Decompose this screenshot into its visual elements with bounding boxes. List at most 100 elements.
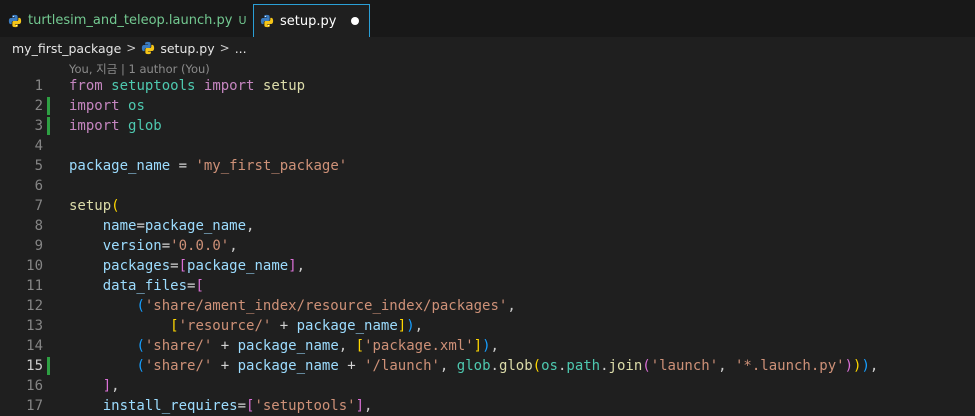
code-line: 6: [0, 176, 975, 196]
operator: +: [338, 358, 365, 374]
bracket: ): [406, 318, 415, 334]
variable: package_name: [237, 358, 339, 374]
variable: package_name: [237, 338, 339, 354]
variable: package_name: [187, 258, 289, 274]
line-number: 10: [26, 258, 43, 274]
line-number: 14: [26, 338, 43, 354]
unsaved-dot-icon[interactable]: [351, 17, 359, 25]
line-number: 16: [26, 378, 43, 394]
code-line: 5 package_name = 'my_first_package': [0, 156, 975, 176]
bracket: ]: [102, 378, 112, 394]
tab-setup-py[interactable]: setup.py: [253, 4, 370, 37]
tab-turtlesim-launch[interactable]: turtlesim_and_teleop.launch.py U: [0, 4, 250, 37]
variable: package_name: [296, 318, 398, 334]
function-name: setup: [262, 78, 306, 94]
punctuation: ,: [414, 318, 424, 334]
python-icon: [8, 14, 22, 27]
code-line: 10 packages=[package_name],: [0, 256, 975, 276]
punctuation: ,: [869, 358, 879, 374]
bracket: (: [532, 358, 542, 374]
operator: =: [136, 218, 145, 234]
module-name: glob: [128, 118, 162, 134]
code-line: 12 ('share/ament_index/resource_index/pa…: [0, 296, 975, 316]
punctuation: ,: [439, 358, 457, 374]
string-literal: 'package.xml': [364, 338, 474, 354]
function-name: join: [608, 358, 643, 374]
git-added-marker[interactable]: [47, 117, 50, 135]
breadcrumb-file[interactable]: setup.py: [141, 40, 215, 56]
variable: package_name: [144, 218, 247, 234]
line-number: 11: [26, 278, 43, 294]
line-number: 15: [26, 358, 43, 374]
bracket: [: [178, 258, 188, 274]
bracket: ]: [288, 258, 297, 274]
code-line: 2 import os: [0, 96, 975, 116]
variable: package_name: [69, 158, 171, 174]
operator: +: [212, 358, 238, 374]
code-line: 15 ( 'share/' + package_name + '/launch',…: [0, 356, 975, 376]
string-literal: '*.launch.py': [735, 358, 845, 374]
line-number: 7: [34, 198, 43, 214]
punctuation: ,: [111, 378, 120, 394]
line-number: 5: [34, 158, 43, 174]
line-number: 3: [34, 118, 43, 134]
function-name: setup: [69, 198, 112, 214]
keyword-argument: version: [102, 238, 162, 254]
operator: =: [237, 398, 247, 414]
breadcrumb-symbols[interactable]: ...: [235, 41, 247, 56]
line-number: 2: [34, 98, 43, 114]
bracket: ]: [473, 338, 483, 354]
string-literal: '/launch': [364, 358, 440, 374]
operator: =: [161, 238, 171, 254]
code-line: 11 data_files=[: [0, 276, 975, 296]
string-literal: 'resource/': [178, 318, 272, 334]
git-added-marker[interactable]: [47, 357, 50, 375]
punctuation: ,: [718, 358, 735, 374]
bracket: (: [136, 298, 145, 314]
breadcrumb-file-label: setup.py: [160, 40, 215, 56]
module-name: setuptools: [111, 78, 196, 94]
tab-bar: turtlesim_and_teleop.launch.py U setup.p…: [0, 0, 975, 37]
untracked-badge: U: [238, 14, 247, 27]
chevron-right-icon: >: [219, 41, 230, 55]
line-number: 17: [26, 398, 43, 414]
string-literal: 'share/': [144, 358, 213, 374]
line-number: 12: [26, 298, 43, 314]
punctuation: ,: [490, 338, 499, 354]
code-line: 3 import glob: [0, 116, 975, 136]
breadcrumb-folder[interactable]: my_first_package: [12, 41, 121, 56]
string-literal: '0.0.0': [170, 238, 230, 254]
bracket: [: [170, 318, 179, 334]
tab-label: turtlesim_and_teleop.launch.py: [28, 13, 233, 28]
tab-label: setup.py: [280, 13, 337, 29]
code-line: 7 setup(: [0, 196, 975, 216]
punctuation: ,: [364, 398, 373, 414]
bracket: (: [642, 358, 651, 374]
code-line: 14 ('share/' + package_name, ['package.x…: [0, 336, 975, 356]
line-number: 8: [34, 218, 43, 234]
keyword-argument: install_requires: [102, 398, 238, 414]
python-icon: [142, 41, 155, 55]
keyword-argument: name: [102, 218, 137, 234]
keyword-argument: packages: [102, 258, 171, 274]
code-editor[interactable]: You, 지금 | 1 author (You) 1 from setuptoo…: [0, 59, 975, 415]
bracket: ): [482, 338, 491, 354]
git-added-marker[interactable]: [47, 97, 50, 115]
line-number: 6: [34, 178, 43, 194]
bracket: ]: [397, 318, 407, 334]
code-lines: 1 from setuptools import setup 2 import …: [0, 76, 975, 416]
git-blame-codelens[interactable]: You, 지금 | 1 author (You): [69, 61, 210, 77]
punctuation: ,: [229, 238, 238, 254]
string-literal: 'setuptools': [254, 398, 356, 414]
punctuation: ,: [507, 298, 516, 314]
punctuation: .: [490, 358, 499, 374]
string-literal: 'my_first_package': [195, 158, 348, 174]
module-name: os: [541, 358, 558, 374]
bracket: ]: [355, 398, 365, 414]
module-name: glob: [456, 358, 491, 374]
line-number: 9: [34, 238, 43, 254]
bracket: ): [861, 358, 870, 374]
line-number: 13: [26, 318, 43, 334]
punctuation: .: [600, 358, 609, 374]
string-literal: 'launch': [650, 358, 719, 374]
